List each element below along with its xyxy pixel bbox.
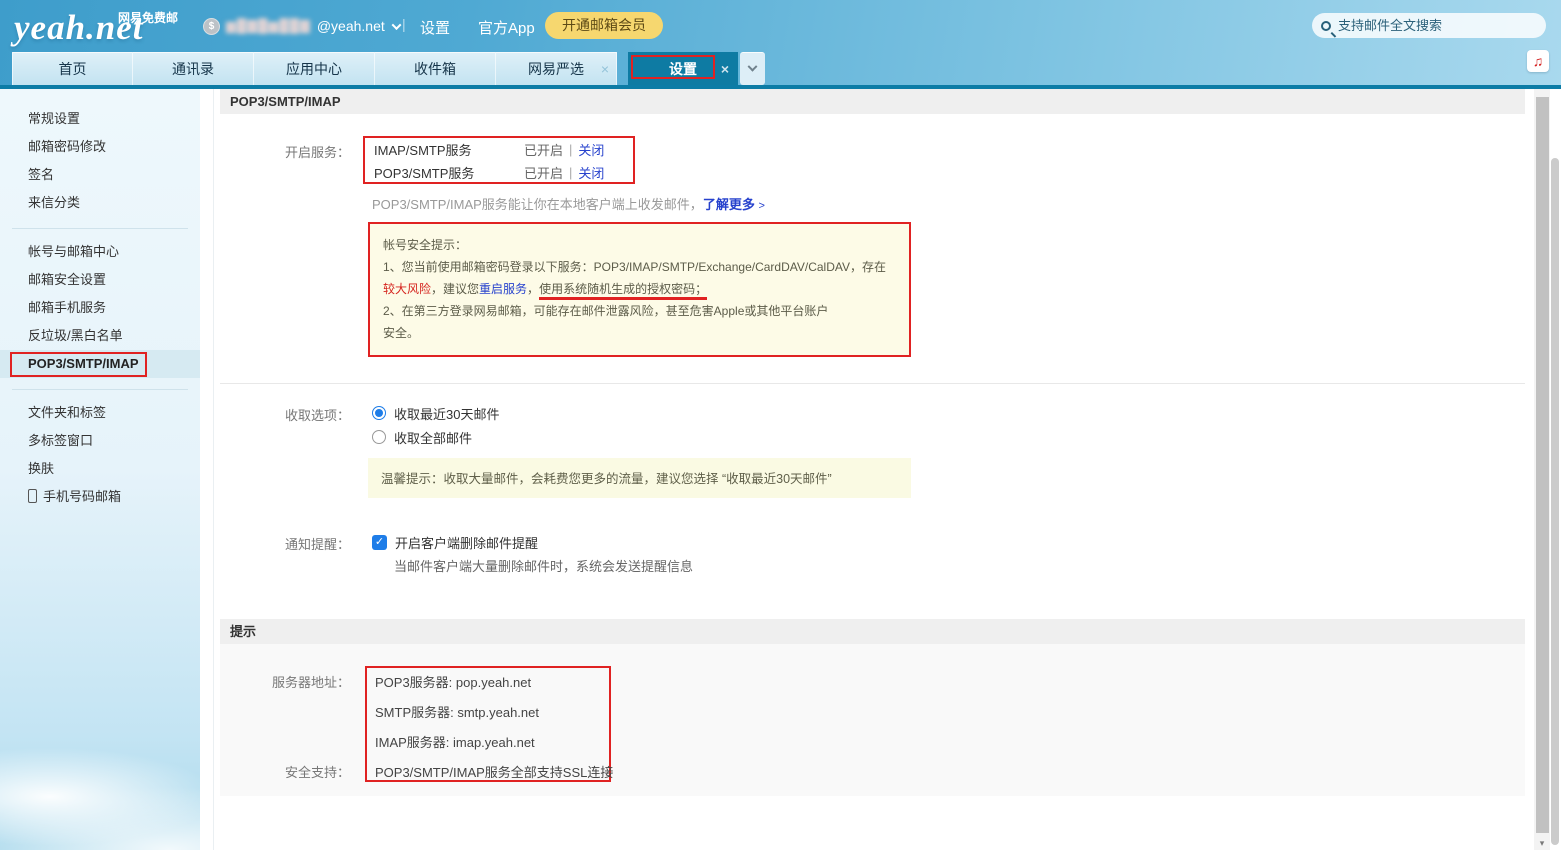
search-input[interactable]	[1338, 18, 1528, 33]
page-title: POP3/SMTP/IMAP	[220, 89, 1525, 114]
fetch-options-label: 收取选项：	[220, 405, 350, 424]
sidebar-divider	[12, 228, 188, 229]
server-imap: IMAP服务器: imap.yeah.net	[367, 728, 609, 758]
radio-unselected-icon[interactable]	[372, 430, 386, 444]
header-separator: |	[402, 16, 406, 32]
server-address-label: 服务器地址：	[220, 672, 350, 691]
section-divider	[220, 383, 1525, 384]
account-domain: @yeah.net	[317, 18, 385, 34]
close-icon[interactable]: ×	[721, 61, 729, 77]
header-official-app-link[interactable]: 官方App	[478, 17, 535, 38]
arrow-right-icon: >	[758, 200, 764, 212]
checkbox-checked-icon[interactable]: ✓	[372, 535, 387, 550]
sidebar-item-security-settings[interactable]: 邮箱安全设置	[0, 266, 200, 294]
fetch-tip-box: 温馨提示：收取大量邮件，会耗费您更多的流量，建议您选择 “收取最近30天邮件”	[368, 458, 911, 498]
tab-inbox[interactable]: 收件箱	[375, 52, 496, 85]
tab-bar: 首页 通讯录 应用中心 收件箱 网易严选 × 设置 ×	[12, 52, 765, 85]
tab-dropdown-button[interactable]	[740, 52, 765, 85]
search-icon	[1321, 21, 1331, 31]
notice-line-3: 2、在第三方登录网易邮箱，可能存在邮件泄露风险，甚至危害Apple或其他平台账户	[383, 300, 896, 322]
sidebar-item-signature[interactable]: 签名	[0, 161, 200, 189]
learn-more-link[interactable]: 了解更多	[703, 197, 755, 212]
checkbox-delete-reminder[interactable]: ✓ 开启客户端删除邮件提醒	[372, 533, 538, 552]
status-badge: 已开启	[524, 140, 563, 159]
annotation-box-servers: POP3服务器: pop.yeah.net SMTP服务器: smtp.yeah…	[365, 666, 611, 782]
sidebar-item-skin[interactable]: 换肤	[0, 455, 200, 483]
sidebar-item-password[interactable]: 邮箱密码修改	[0, 133, 200, 161]
sidebar-item-pop3-smtp-imap[interactable]: POP3/SMTP/IMAP	[0, 350, 200, 378]
account-security-notice: 帐号安全提示： 1、您当前使用邮箱密码登录以下服务：POP3/IMAP/SMTP…	[368, 222, 911, 357]
notice-line-2: 较大风险，建议您重启服务，使用系统随机生成的授权密码；	[383, 278, 896, 300]
phone-icon	[28, 489, 37, 503]
close-service-link[interactable]: 关闭	[578, 140, 604, 159]
server-smtp: SMTP服务器: smtp.yeah.net	[367, 698, 609, 728]
close-service-link[interactable]: 关闭	[578, 163, 604, 182]
sidebar-item-mobile-mailbox[interactable]: 手机号码邮箱	[0, 483, 200, 511]
tab-app-center[interactable]: 应用中心	[254, 52, 375, 85]
vip-upgrade-button[interactable]: 开通邮箱会员	[545, 12, 663, 39]
annotation-box-services: IMAP/SMTP服务 已开启 | 关闭 POP3/SMTP服务 已开启 | 关…	[363, 136, 635, 184]
scrollbar-thumb[interactable]	[1536, 97, 1549, 833]
sidebar-item-general[interactable]: 常规设置	[0, 105, 200, 133]
services-description: POP3/SMTP/IMAP服务能让你在本地客户端上收发邮件，了解更多 >	[372, 194, 765, 213]
notice-line-4: 安全。	[383, 322, 896, 344]
service-row-imap-smtp: IMAP/SMTP服务 已开启 | 关闭	[374, 139, 624, 160]
search-box[interactable]	[1312, 13, 1546, 38]
server-pop3: POP3服务器: pop.yeah.net	[367, 668, 609, 698]
sidebar-item-account-center[interactable]: 帐号与邮箱中心	[0, 238, 200, 266]
notify-sub-text: 当邮件客户端大量删除邮件时，系统会发送提醒信息	[394, 556, 693, 575]
underlined-advice-text: 使用系统随机生成的授权密码；	[539, 282, 707, 300]
close-icon[interactable]: ×	[601, 61, 609, 77]
scrollbar-down-arrow[interactable]: ▾	[1534, 836, 1550, 850]
radio-selected-icon[interactable]	[372, 406, 386, 420]
notice-title: 帐号安全提示：	[383, 234, 896, 256]
account-username-blurred: ▆█▇█▆██▇	[226, 18, 311, 34]
notify-label: 通知提醒：	[220, 534, 350, 553]
sidebar-divider	[12, 389, 188, 390]
header-settings-link[interactable]: 设置	[420, 17, 450, 38]
notice-line-1: 1、您当前使用邮箱密码登录以下服务：POP3/IMAP/SMTP/Exchang…	[383, 256, 896, 278]
main-panel: POP3/SMTP/IMAP 开启服务： IMAP/SMTP服务 已开启 | 关…	[200, 89, 1534, 850]
outer-scrollbar-thumb[interactable]	[1551, 158, 1559, 845]
sidebar-item-folders-labels[interactable]: 文件夹和标签	[0, 399, 200, 427]
sidebar-item-multitab[interactable]: 多标签窗口	[0, 427, 200, 455]
restart-service-link[interactable]: 重启服务	[479, 282, 527, 296]
logo-subtitle: 网易免费邮	[118, 9, 178, 26]
service-row-pop3-smtp: POP3/SMTP服务 已开启 | 关闭	[374, 162, 624, 183]
tab-settings-active[interactable]: 设置 ×	[628, 52, 738, 85]
tab-contacts[interactable]: 通讯录	[133, 52, 254, 85]
chevron-down-icon	[391, 20, 401, 30]
settings-sidebar: 常规设置 邮箱密码修改 签名 来信分类 帐号与邮箱中心 邮箱安全设置 邮箱手机服…	[0, 89, 200, 850]
account-menu[interactable]: $ ▆█▇█▆██▇ @yeah.net	[203, 15, 400, 37]
security-support-label: 安全支持：	[220, 762, 350, 781]
services-label: 开启服务：	[220, 142, 350, 161]
sidebar-item-mail-classify[interactable]: 来信分类	[0, 189, 200, 217]
tab-home[interactable]: 首页	[12, 52, 133, 85]
sidebar-item-antispam[interactable]: 反垃圾/黑白名单	[0, 322, 200, 350]
radio-option-all-mail[interactable]: 收取全部邮件	[372, 427, 472, 447]
coin-icon: $	[203, 18, 220, 35]
radio-option-recent-30-days[interactable]: 收取最近30天邮件	[372, 403, 499, 423]
sidebar-item-mobile-service[interactable]: 邮箱手机服务	[0, 294, 200, 322]
status-badge: 已开启	[524, 163, 563, 182]
risk-text: 较大风险	[383, 282, 431, 296]
chevron-down-icon	[748, 61, 758, 71]
tips-section-header: 提示	[220, 619, 1525, 644]
ssl-support-value: POP3/SMTP/IMAP服务全部支持SSL连接	[367, 758, 609, 788]
tab-yanxuan[interactable]: 网易严选 ×	[496, 52, 617, 85]
music-icon[interactable]: ♫	[1527, 50, 1549, 72]
